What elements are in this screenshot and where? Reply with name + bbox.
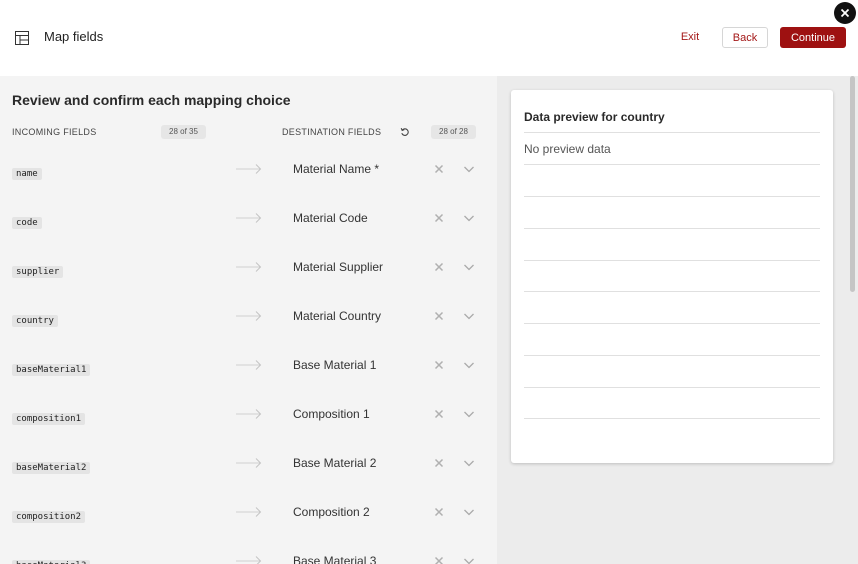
incoming-field-chip: supplier (12, 266, 64, 278)
divider (524, 196, 820, 197)
chevron-down-icon[interactable] (463, 458, 475, 468)
divider (524, 260, 820, 261)
arrow-right-icon (236, 164, 262, 174)
page-title: Map fields (44, 29, 104, 44)
mapping-row: code Material Code (0, 200, 497, 249)
mapping-row: country Material Country (0, 298, 497, 347)
destination-field-select[interactable]: Material Supplier (293, 260, 383, 274)
mapping-row: baseMaterial1 Base Material 1 (0, 347, 497, 396)
arrow-right-icon (236, 311, 262, 321)
preview-empty-text: No preview data (524, 142, 611, 156)
divider (524, 228, 820, 229)
mapping-panel: Review and confirm each mapping choice I… (0, 76, 497, 564)
incoming-field-chip: composition2 (12, 511, 86, 523)
mapping-row: baseMaterial3 Base Material 3 (0, 543, 497, 564)
data-preview-card: Data preview for country No preview data (511, 90, 833, 463)
clear-x-icon[interactable] (434, 164, 444, 174)
preview-panel: Data preview for country No preview data (497, 76, 858, 564)
arrow-right-icon (236, 360, 262, 370)
divider (524, 164, 820, 165)
incoming-field-chip: code (12, 217, 42, 229)
incoming-field-chip: composition1 (12, 413, 86, 425)
divider (524, 355, 820, 356)
arrow-right-icon (236, 507, 262, 517)
arrow-right-icon (236, 409, 262, 419)
scrollbar[interactable] (850, 76, 855, 292)
table-grid-icon (15, 31, 29, 45)
incoming-field-chip: country (12, 315, 58, 327)
destination-field-select[interactable]: Base Material 3 (293, 554, 376, 564)
clear-x-icon[interactable] (434, 262, 444, 272)
close-icon (840, 8, 850, 18)
incoming-field-chip: baseMaterial3 (12, 560, 91, 564)
destination-fields-label: DESTINATION FIELDS (282, 127, 382, 137)
arrow-right-icon (236, 458, 262, 468)
top-bar: Map fields Exit Back Continue (0, 0, 858, 76)
chevron-down-icon[interactable] (463, 360, 475, 370)
destination-field-select[interactable]: Base Material 2 (293, 456, 376, 470)
divider (524, 132, 820, 133)
arrow-right-icon (236, 213, 262, 223)
clear-x-icon[interactable] (434, 556, 444, 564)
back-button[interactable]: Back (722, 27, 768, 48)
divider (524, 323, 820, 324)
destination-field-select[interactable]: Material Name * (293, 162, 379, 176)
destination-field-select[interactable]: Base Material 1 (293, 358, 376, 372)
preview-title: Data preview for country (524, 110, 665, 124)
destination-field-select[interactable]: Material Country (293, 309, 381, 323)
divider (524, 387, 820, 388)
continue-button[interactable]: Continue (780, 27, 846, 48)
destination-count-badge: 28 of 28 (431, 125, 476, 139)
mapping-heading: Review and confirm each mapping choice (12, 92, 291, 108)
divider (524, 418, 820, 419)
chevron-down-icon[interactable] (463, 213, 475, 223)
incoming-count-badge: 28 of 35 (161, 125, 206, 139)
chevron-down-icon[interactable] (463, 164, 475, 174)
clear-x-icon[interactable] (434, 360, 444, 370)
mapping-row: name Material Name * (0, 151, 497, 200)
reset-icon[interactable] (400, 127, 410, 137)
mapping-row: composition1 Composition 1 (0, 396, 497, 445)
destination-field-select[interactable]: Material Code (293, 211, 368, 225)
close-button[interactable] (834, 2, 856, 24)
destination-field-select[interactable]: Composition 1 (293, 407, 370, 421)
clear-x-icon[interactable] (434, 311, 444, 321)
incoming-field-chip: name (12, 168, 42, 180)
incoming-field-chip: baseMaterial2 (12, 462, 91, 474)
chevron-down-icon[interactable] (463, 556, 475, 564)
mapping-row: baseMaterial2 Base Material 2 (0, 445, 497, 494)
incoming-fields-label: INCOMING FIELDS (12, 127, 97, 137)
divider (524, 291, 820, 292)
arrow-right-icon (236, 556, 262, 564)
chevron-down-icon[interactable] (463, 507, 475, 517)
clear-x-icon[interactable] (434, 409, 444, 419)
chevron-down-icon[interactable] (463, 262, 475, 272)
incoming-field-chip: baseMaterial1 (12, 364, 91, 376)
mapping-row: composition2 Composition 2 (0, 494, 497, 543)
arrow-right-icon (236, 262, 262, 272)
mapping-row: supplier Material Supplier (0, 249, 497, 298)
clear-x-icon[interactable] (434, 507, 444, 517)
destination-field-select[interactable]: Composition 2 (293, 505, 370, 519)
chevron-down-icon[interactable] (463, 311, 475, 321)
chevron-down-icon[interactable] (463, 409, 475, 419)
clear-x-icon[interactable] (434, 458, 444, 468)
clear-x-icon[interactable] (434, 213, 444, 223)
exit-button[interactable]: Exit (672, 26, 708, 48)
